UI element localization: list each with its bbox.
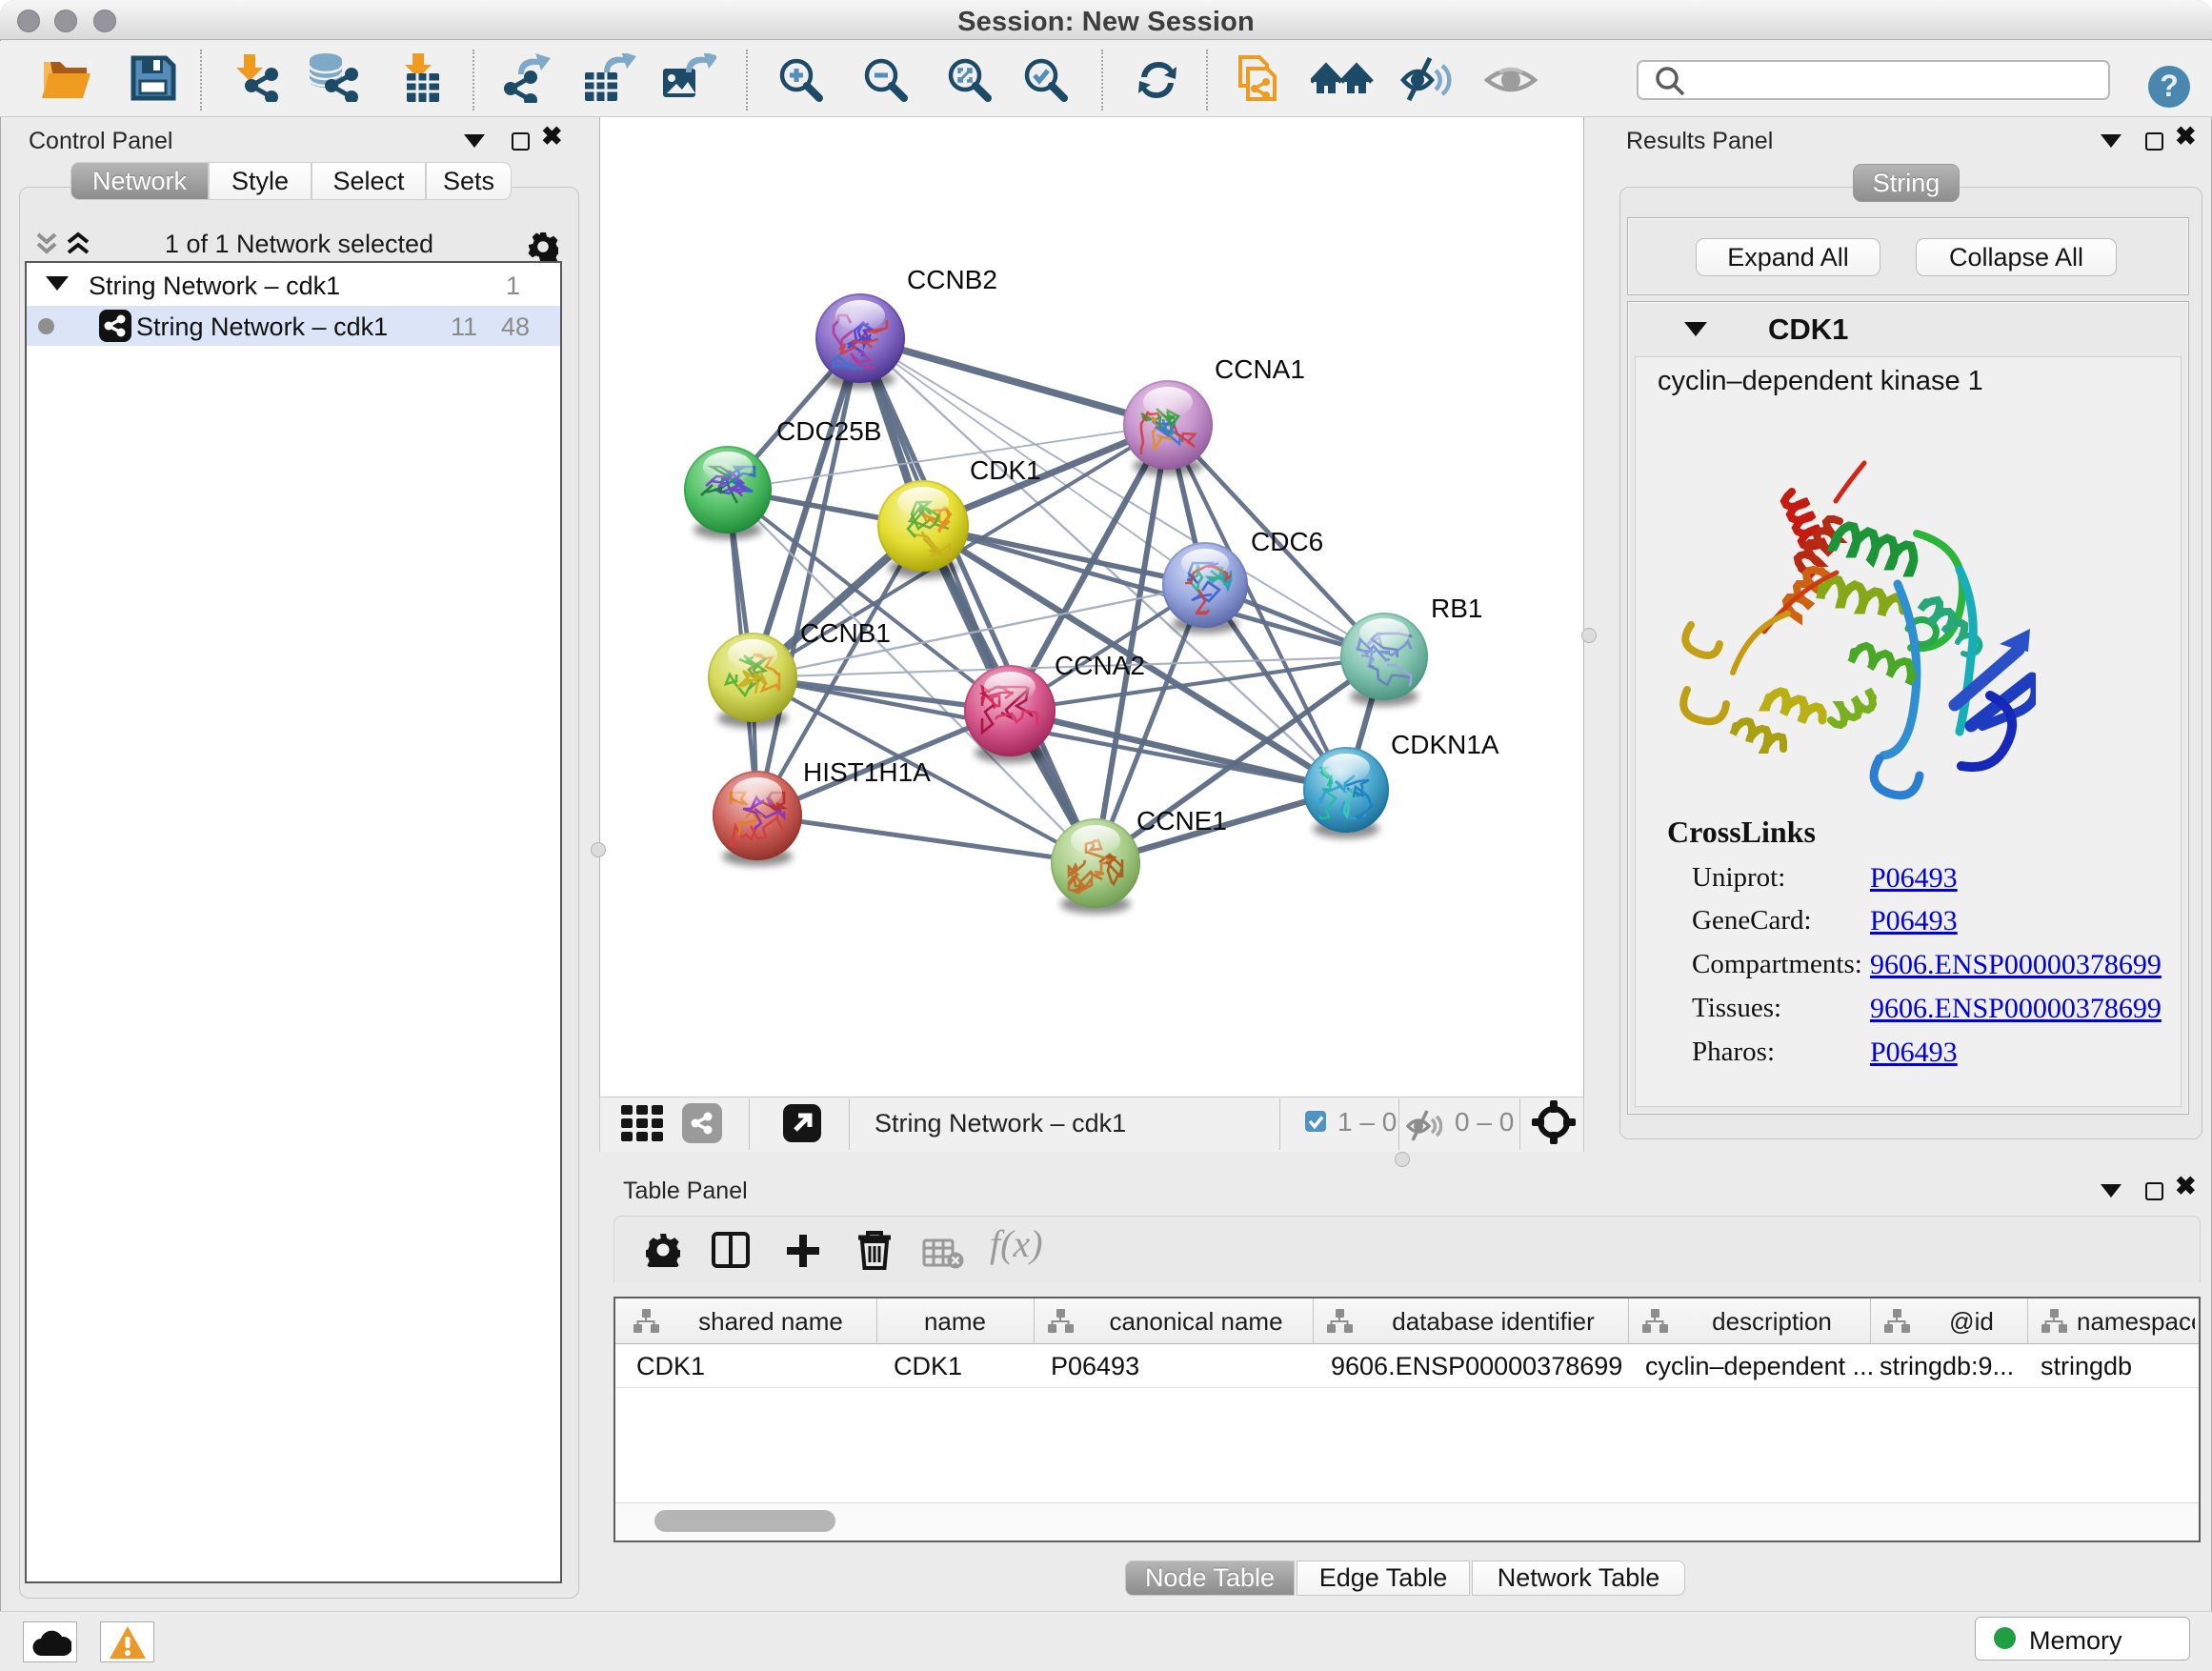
- svg-text:CDKN1A: CDKN1A: [1391, 730, 1499, 759]
- svg-text:CDC25B: CDC25B: [776, 416, 881, 446]
- svg-text:HIST1H1A: HIST1H1A: [803, 757, 931, 787]
- svg-text:CCNB2: CCNB2: [907, 265, 997, 294]
- svg-text:RB1: RB1: [1431, 594, 1482, 623]
- svg-text:CDC6: CDC6: [1251, 527, 1323, 556]
- svg-text:CCNE1: CCNE1: [1136, 806, 1227, 836]
- svg-text:?: ?: [2160, 69, 2179, 103]
- svg-text:CDK1: CDK1: [970, 455, 1041, 485]
- svg-text:CCNB1: CCNB1: [800, 618, 891, 648]
- svg-text:CCNA2: CCNA2: [1055, 651, 1145, 680]
- svg-text:CCNA1: CCNA1: [1215, 354, 1305, 384]
